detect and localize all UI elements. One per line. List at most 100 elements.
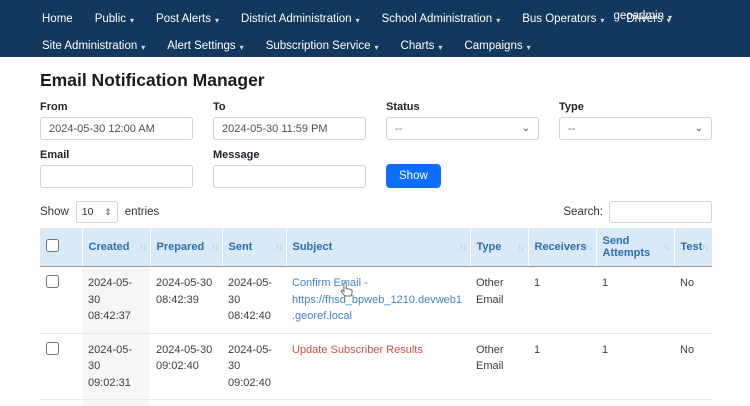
nav-item-bus-operators[interactable]: Bus Operators▾ bbox=[522, 13, 604, 25]
subject-link[interactable]: Confirm Email - https://fhsd_bpweb_1210.… bbox=[292, 277, 462, 322]
to-input[interactable] bbox=[213, 117, 366, 140]
nav-item-alert-settings-label: Alert Settings bbox=[167, 40, 235, 52]
main-content: Email Notification Manager From To Statu… bbox=[0, 70, 750, 406]
email-input[interactable] bbox=[40, 165, 193, 188]
from-field-group: From bbox=[40, 101, 193, 140]
type-field-group: Type -- ⌄ bbox=[559, 101, 712, 140]
show-button-wrap: Show bbox=[386, 149, 539, 188]
type-cell: Other Email bbox=[470, 333, 528, 400]
chevron-down-icon: ⌄ bbox=[695, 123, 703, 134]
nav-item-campaigns[interactable]: Campaigns▾ bbox=[464, 40, 530, 52]
header-select-all bbox=[40, 228, 82, 267]
header-test[interactable]: Test↑↓ bbox=[674, 228, 712, 267]
send-attempts-cell: 1 bbox=[596, 333, 674, 400]
search-label: Search: bbox=[563, 206, 603, 218]
search-input[interactable] bbox=[609, 201, 712, 223]
caret-down-icon: ▾ bbox=[438, 43, 442, 52]
status-select[interactable]: -- ⌄ bbox=[386, 117, 539, 140]
nav-item-district-administration-label: District Administration bbox=[241, 13, 352, 25]
page-title: Email Notification Manager bbox=[40, 70, 712, 91]
status-label: Status bbox=[386, 101, 539, 113]
caret-down-icon: ▾ bbox=[356, 16, 360, 25]
nav-item-subscription-service-label: Subscription Service bbox=[266, 40, 371, 52]
caret-down-icon: ▾ bbox=[668, 13, 672, 22]
page-size-value: 10 bbox=[82, 206, 94, 218]
test-cell: No bbox=[674, 400, 712, 406]
type-select-value: -- bbox=[568, 123, 575, 135]
spinner-updown-icon: ⇕ bbox=[104, 207, 112, 218]
show-button[interactable]: Show bbox=[386, 164, 441, 188]
subject-cell: Confirm Email - https://fhsd_bpweb_1210.… bbox=[286, 267, 470, 334]
receivers-cell: 1 bbox=[528, 267, 596, 334]
message-label: Message bbox=[213, 149, 366, 161]
page-length-control: Show 10 ⇕ entries bbox=[40, 201, 159, 223]
header-created[interactable]: Created ↑↓ bbox=[82, 228, 150, 267]
row-select-cell bbox=[40, 400, 82, 406]
sort-icon: ↑↓ bbox=[275, 242, 282, 252]
subject-link[interactable]: Update Subscriber Results bbox=[292, 344, 423, 356]
type-select[interactable]: -- ⌄ bbox=[559, 117, 712, 140]
sort-icon: ↑↓ bbox=[702, 242, 709, 252]
header-created-label: Created bbox=[89, 241, 130, 253]
nav-item-post-alerts[interactable]: Post Alerts ▾ bbox=[156, 13, 219, 25]
to-label: To bbox=[213, 101, 366, 113]
nav-item-post-alerts-label: Post Alerts bbox=[156, 13, 211, 25]
caret-down-icon: ▾ bbox=[527, 43, 531, 52]
nav-item-public[interactable]: Public ▾ bbox=[95, 13, 134, 25]
receivers-cell: 1 bbox=[528, 400, 596, 406]
sort-icon: ↑↓ bbox=[459, 242, 466, 252]
message-input[interactable] bbox=[213, 165, 366, 188]
prepared-cell: 2024-05-30 08:42:39 bbox=[150, 267, 222, 334]
row-select-cell bbox=[40, 333, 82, 400]
select-all-checkbox[interactable] bbox=[46, 239, 59, 252]
user-menu-label: geoadmin bbox=[613, 10, 664, 22]
nav-item-public-label: Public bbox=[95, 13, 126, 25]
header-send-attempts-label: Send Attempts bbox=[603, 235, 651, 259]
prepared-cell: 2024-05-30 09:02:40 bbox=[150, 333, 222, 400]
page-size-select[interactable]: 10 ⇕ bbox=[76, 201, 118, 223]
nav-item-alert-settings[interactable]: Alert Settings ▾ bbox=[167, 40, 243, 52]
send-attempts-cell: 1 bbox=[596, 400, 674, 406]
send-attempts-cell: 1 bbox=[596, 267, 674, 334]
header-subject[interactable]: Subject ↑↓ bbox=[286, 228, 470, 267]
caret-down-icon: ▾ bbox=[240, 43, 244, 52]
from-input[interactable] bbox=[40, 117, 193, 140]
row-checkbox[interactable] bbox=[46, 275, 59, 288]
filter-form: From To Status -- ⌄ Type -- ⌄ Email Mes bbox=[40, 101, 712, 188]
header-prepared-label: Prepared bbox=[157, 241, 205, 253]
header-sent[interactable]: Sent ↑↓ bbox=[222, 228, 286, 267]
header-subject-label: Subject bbox=[293, 241, 333, 253]
caret-down-icon: ▾ bbox=[130, 16, 134, 25]
header-prepared[interactable]: Prepared↑↓ bbox=[150, 228, 222, 267]
nav-item-home[interactable]: Home bbox=[42, 13, 73, 25]
email-field-group: Email bbox=[40, 149, 193, 188]
table-controls: Show 10 ⇕ entries Search: bbox=[40, 201, 712, 223]
header-send-attempts[interactable]: Send Attempts↑↓ bbox=[596, 228, 674, 267]
header-type[interactable]: Type↑↓ bbox=[470, 228, 528, 267]
sort-icon: ↑↓ bbox=[139, 242, 146, 252]
row-checkbox[interactable] bbox=[46, 342, 59, 355]
table-header-row: Created↑↓ Prepared↑↓ Sent↑↓ Subject↑↓ Ty… bbox=[40, 228, 712, 267]
nav-item-school-administration[interactable]: School Administration▾ bbox=[382, 13, 501, 25]
caret-down-icon: ▾ bbox=[496, 16, 500, 25]
caret-down-icon: ▾ bbox=[600, 16, 604, 25]
header-receivers[interactable]: Receivers↑↓ bbox=[528, 228, 596, 267]
prepared-cell: 2024-05-30 15:38:47 bbox=[150, 400, 222, 406]
row-select-cell bbox=[40, 267, 82, 334]
created-cell: 2024-05-30 09:02:31 bbox=[82, 333, 150, 400]
receivers-cell: 1 bbox=[528, 333, 596, 400]
nav-item-charts-label: Charts bbox=[401, 40, 435, 52]
navbar-row-2: Site Administration▾ Alert Settings ▾ Sub… bbox=[42, 35, 750, 57]
nav-item-charts[interactable]: Charts▾ bbox=[401, 40, 443, 52]
nav-item-subscription-service[interactable]: Subscription Service▾ bbox=[266, 40, 379, 52]
notifications-table: Created↑↓ Prepared↑↓ Sent↑↓ Subject↑↓ Ty… bbox=[40, 228, 712, 406]
user-menu[interactable]: geoadmin ▾ bbox=[613, 10, 672, 22]
nav-item-site-administration[interactable]: Site Administration▾ bbox=[42, 40, 145, 52]
created-cell: 2024-05-30 08:42:37 bbox=[82, 267, 150, 334]
sort-icon: ↑↓ bbox=[585, 242, 592, 252]
caret-down-icon: ▾ bbox=[215, 16, 219, 25]
header-sent-label: Sent bbox=[229, 241, 253, 253]
type-cell: Other Email bbox=[470, 400, 528, 406]
show-entries-label: Show bbox=[40, 206, 69, 218]
nav-item-district-administration[interactable]: District Administration ▾ bbox=[241, 13, 360, 25]
